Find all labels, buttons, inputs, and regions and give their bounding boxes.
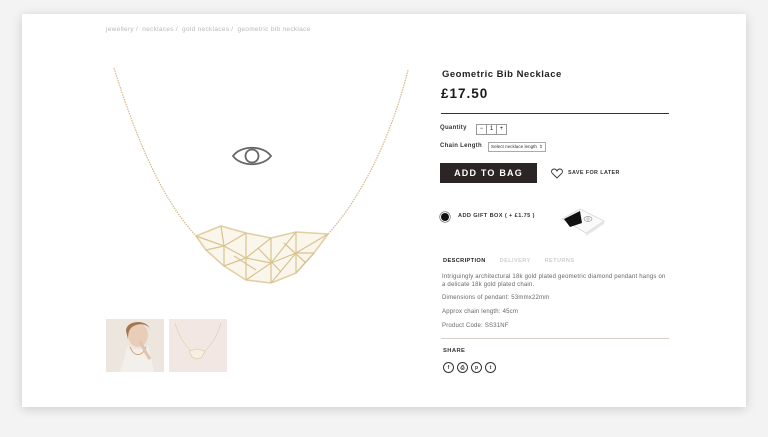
quantity-value[interactable]: 1 xyxy=(486,125,497,134)
quantity-decrement-button[interactable]: − xyxy=(477,125,486,134)
gift-box-label: ADD GIFT BOX ( + £1.75 ) xyxy=(458,213,535,219)
tab-description[interactable]: DESCRIPTION xyxy=(443,258,486,264)
breadcrumb-gold-necklaces[interactable]: gold necklaces xyxy=(182,26,229,33)
quick-view-eye-icon[interactable] xyxy=(231,143,273,169)
thumbnail-model[interactable] xyxy=(106,319,164,372)
necklace-thumbnail xyxy=(169,319,227,372)
gift-box-radio[interactable] xyxy=(441,213,449,221)
breadcrumb-current: geometric bib necklace xyxy=(237,26,311,33)
breadcrumb-jewellery[interactable]: jewellery xyxy=(106,26,134,33)
select-arrows-icon: ⇕ xyxy=(538,144,543,149)
pendant-dimensions: Dimensions of pendant: 53mmx22mm xyxy=(442,295,550,301)
chain-length-info: Approx chain length: 45cm xyxy=(442,309,519,315)
twitter-icon[interactable]: t xyxy=(485,362,496,373)
product-price: £17.50 xyxy=(441,86,489,101)
product-title: Geometric Bib Necklace xyxy=(442,69,562,80)
breadcrumb-separator: / xyxy=(231,26,234,33)
quantity-label: Quantity xyxy=(440,125,467,131)
description-text: Intriguingly architectural 18k gold plat… xyxy=(442,274,666,288)
divider xyxy=(441,113,669,114)
print-icon[interactable]: ⎙ xyxy=(457,362,468,373)
share-label: SHARE xyxy=(443,348,466,354)
model-photo xyxy=(106,319,164,372)
necklace-image[interactable] xyxy=(106,58,416,303)
info-tabs: DESCRIPTION DELIVERY RETURNS xyxy=(443,258,588,264)
quantity-increment-button[interactable]: + xyxy=(497,125,506,134)
gift-box-image xyxy=(561,208,605,236)
quantity-stepper: − 1 + xyxy=(476,124,507,135)
breadcrumb-necklaces[interactable]: necklaces xyxy=(142,26,174,33)
heart-icon xyxy=(551,168,563,179)
chain-length-label: Chain Length xyxy=(440,143,482,149)
thumbnail-necklace[interactable] xyxy=(169,319,227,372)
chain-length-select[interactable]: Select necklace length ⇕ xyxy=(488,142,546,152)
save-for-later-label: SAVE FOR LATER xyxy=(568,170,620,176)
divider xyxy=(441,338,669,339)
save-for-later-button[interactable]: SAVE FOR LATER xyxy=(551,166,620,180)
breadcrumb-separator: / xyxy=(136,26,139,33)
chain-length-select-value: Select necklace length xyxy=(491,144,537,149)
tab-returns[interactable]: RETURNS xyxy=(545,258,575,264)
share-icons: f ⎙ p t xyxy=(443,362,499,373)
pinterest-icon[interactable]: p xyxy=(471,362,482,373)
breadcrumb: jewellery / necklaces / gold necklaces / ge… xyxy=(106,26,311,33)
product-code: Product Code: SS31NF xyxy=(442,323,509,329)
tab-delivery[interactable]: DELIVERY xyxy=(500,258,531,264)
add-to-bag-button[interactable]: ADD TO BAG xyxy=(440,163,537,183)
facebook-icon[interactable]: f xyxy=(443,362,454,373)
breadcrumb-separator: / xyxy=(175,26,178,33)
